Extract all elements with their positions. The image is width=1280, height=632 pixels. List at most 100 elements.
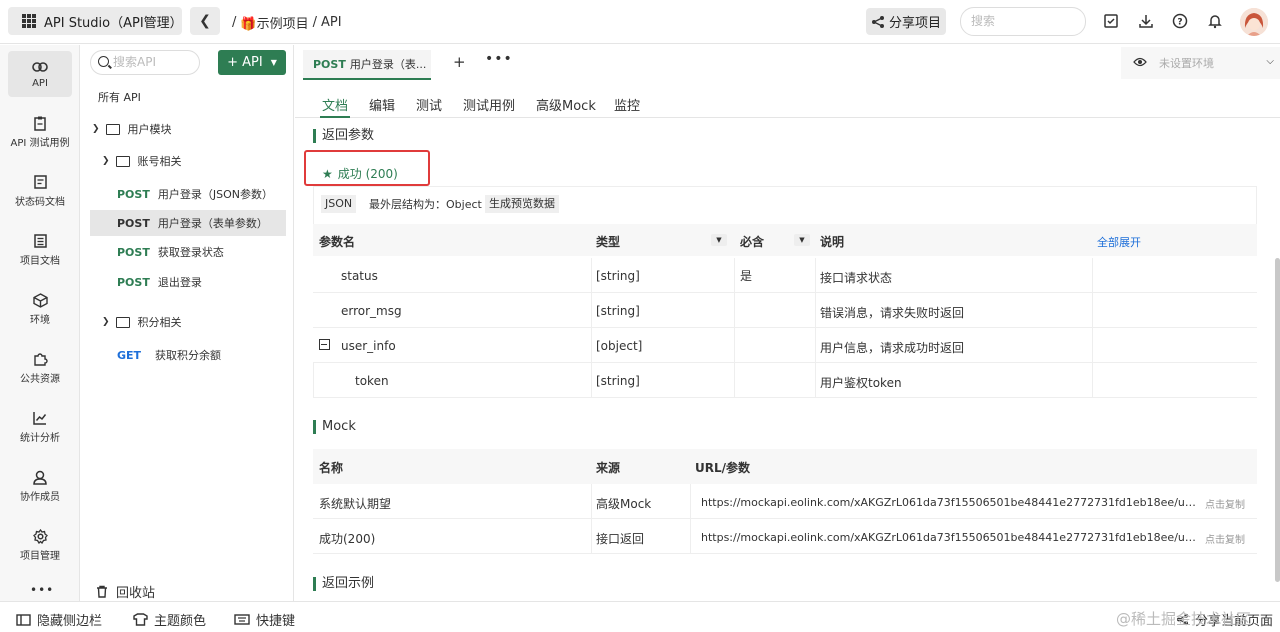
rail-item-project-settings[interactable]: 项目管理 <box>8 522 72 568</box>
params-table-header: 参数名 类型 ▼ 必含 ▼ 说明 全部展开 <box>313 224 1257 256</box>
chevron-left-icon: ❮ <box>199 13 211 29</box>
breadcrumb-project[interactable]: 🎁示例项目 <box>240 13 308 32</box>
section-mock: Mock <box>313 420 356 434</box>
add-api-button[interactable]: + API ▼ <box>218 50 286 75</box>
section-return-params: 返回参数 <box>313 129 374 143</box>
folder-icon <box>105 123 120 135</box>
tab-edit[interactable]: 编辑 <box>369 95 395 114</box>
recycle-bin[interactable]: 回收站 <box>96 582 155 601</box>
rail-item-label: 公共资源 <box>20 374 60 385</box>
avatar[interactable] <box>1240 8 1268 36</box>
api-name: 退出登录 <box>157 276 202 289</box>
tab-monitor[interactable]: 监控 <box>614 95 640 114</box>
download-icon[interactable] <box>1137 12 1155 30</box>
response-status-label: 成功 (200) <box>337 167 398 181</box>
back-button[interactable]: ❮ <box>190 7 220 35</box>
open-api-tab[interactable]: POST 用户登录（表... <box>303 50 431 80</box>
group-label: 用户模块 <box>127 123 172 136</box>
rail-item-api-tests[interactable]: API 测试用例 <box>8 109 72 155</box>
tree-api-item[interactable]: GET 获取积分余额 <box>117 342 221 368</box>
theme-color-button[interactable]: 主题颜色 <box>133 610 206 629</box>
bell-icon[interactable] <box>1206 12 1224 30</box>
col-mock-url: URL/参数 <box>695 461 751 475</box>
rail-item-members[interactable]: 协作成员 <box>8 463 72 509</box>
rail-item-label: 环境 <box>30 315 50 326</box>
collapse-icon[interactable] <box>319 339 330 350</box>
api-tree-panel: 搜索API + API ▼ 所有 API ❯ 用户模块 ❯ 账号相关 POST … <box>80 45 294 601</box>
theme-label: 主题颜色 <box>154 614 207 629</box>
breadcrumb-separator: / <box>312 15 317 30</box>
mock-url[interactable]: https://mockapi.eolink.com/xAKGZrL061da7… <box>701 531 1197 544</box>
group-label: 账号相关 <box>137 155 182 168</box>
table-row: 成功(200) 接口返回 https://mockapi.eolink.com/… <box>313 519 1257 554</box>
grid-icon <box>22 14 36 28</box>
recycle-label: 回收站 <box>116 586 156 601</box>
table-row: error_msg [string] 错误消息，请求失败时返回 <box>313 293 1257 328</box>
api-search-input[interactable]: 搜索API <box>90 50 200 75</box>
rail-item-project-docs[interactable]: 项目文档 <box>8 227 72 273</box>
eye-icon <box>1133 56 1147 70</box>
tree-group-user[interactable]: ❯ 用户模块 <box>92 116 172 142</box>
share-project-label: 分享项目 <box>888 16 941 31</box>
folder-icon <box>115 316 130 328</box>
tab-test-cases[interactable]: 测试用例 <box>463 95 515 114</box>
expand-all-link[interactable]: 全部展开 <box>1097 234 1141 250</box>
mock-source: 高级Mock <box>596 497 652 511</box>
rail-item-shared-resources[interactable]: 公共资源 <box>8 345 72 391</box>
tab-doc[interactable]: 文档 <box>319 95 351 118</box>
tree-group-account[interactable]: ❯ 账号相关 <box>102 148 182 174</box>
params-table: 参数名 类型 ▼ 必含 ▼ 说明 全部展开 status [string] 是 … <box>313 224 1257 398</box>
param-type: [string] <box>596 269 640 283</box>
more-icon[interactable]: ••• <box>30 583 54 597</box>
response-status-tab[interactable]: ★ 成功 (200) <box>322 165 398 182</box>
generate-preview-button[interactable]: 生成预览数据 <box>485 195 559 213</box>
param-name: user_info <box>341 339 396 353</box>
rail-item-label: API <box>32 78 48 89</box>
breadcrumb-api[interactable]: API <box>321 15 342 30</box>
global-search-input[interactable]: 搜索 <box>960 7 1086 36</box>
tab-test[interactable]: 测试 <box>416 95 442 114</box>
rail-item-api[interactable]: API <box>8 51 72 97</box>
method-badge: POST <box>117 245 150 259</box>
rail-item-environment[interactable]: 环境 <box>8 286 72 332</box>
app-switcher-button[interactable]: API Studio（API管理） <box>8 7 183 35</box>
checkbox-icon[interactable] <box>1102 12 1120 30</box>
chevron-down-icon[interactable]: ▼ <box>794 234 810 246</box>
tab-advanced-mock[interactable]: 高级Mock <box>536 95 596 114</box>
rail-item-status-codes[interactable]: 状态码文档 <box>8 168 72 214</box>
copy-link[interactable]: 点击复制 <box>1205 496 1245 511</box>
tree-api-item[interactable]: POST 用户登录（JSON参数） <box>117 181 273 207</box>
col-param-name: 参数名 <box>319 235 356 249</box>
tab-more-button[interactable]: ••• <box>485 51 513 67</box>
chevron-down-icon[interactable]: ▼ <box>711 234 727 246</box>
shortcuts-button[interactable]: 快捷键 <box>234 610 295 629</box>
tree-api-item[interactable]: POST 退出登录 <box>117 269 202 295</box>
table-row: status [string] 是 接口请求状态 <box>313 258 1257 293</box>
rail-item-label: 协作成员 <box>20 492 60 503</box>
mock-url[interactable]: https://mockapi.eolink.com/xAKGZrL061da7… <box>701 496 1197 509</box>
puzzle-icon <box>32 351 48 367</box>
environment-select[interactable]: 未设置环境 ⌵ <box>1121 47 1280 79</box>
help-icon[interactable]: ? <box>1171 12 1189 30</box>
json-format-chip[interactable]: JSON <box>321 195 357 213</box>
struct-label: 最外层结构为：Object <box>369 198 482 211</box>
rail-item-statistics[interactable]: 统计分析 <box>8 404 72 450</box>
col-type: 类型 <box>596 235 621 249</box>
tree-group-points[interactable]: ❯ 积分相关 <box>102 309 182 335</box>
link-icon <box>32 59 48 75</box>
api-search-placeholder: 搜索API <box>113 55 156 69</box>
mock-name: 系统默认期望 <box>319 497 392 511</box>
scrollbar[interactable] <box>1275 258 1280 582</box>
cube-icon <box>32 292 48 308</box>
share-project-button[interactable]: 分享项目 <box>866 8 946 35</box>
tree-api-item-selected[interactable]: POST 用户登录（表单参数） <box>90 210 286 236</box>
section-return-example: 返回示例 <box>313 577 374 591</box>
copy-link[interactable]: 点击复制 <box>1205 531 1245 546</box>
tree-api-item[interactable]: POST 获取登录状态 <box>117 239 224 265</box>
api-name: 用户登录（JSON参数） <box>157 188 273 201</box>
hide-sidebar-button[interactable]: 隐藏侧边栏 <box>16 610 102 629</box>
new-tab-button[interactable]: + <box>453 53 466 71</box>
tree-all-apis[interactable]: 所有 API <box>98 84 141 110</box>
param-desc: 错误消息，请求失败时返回 <box>820 306 965 320</box>
chevron-down-icon: ❯ <box>92 124 100 134</box>
